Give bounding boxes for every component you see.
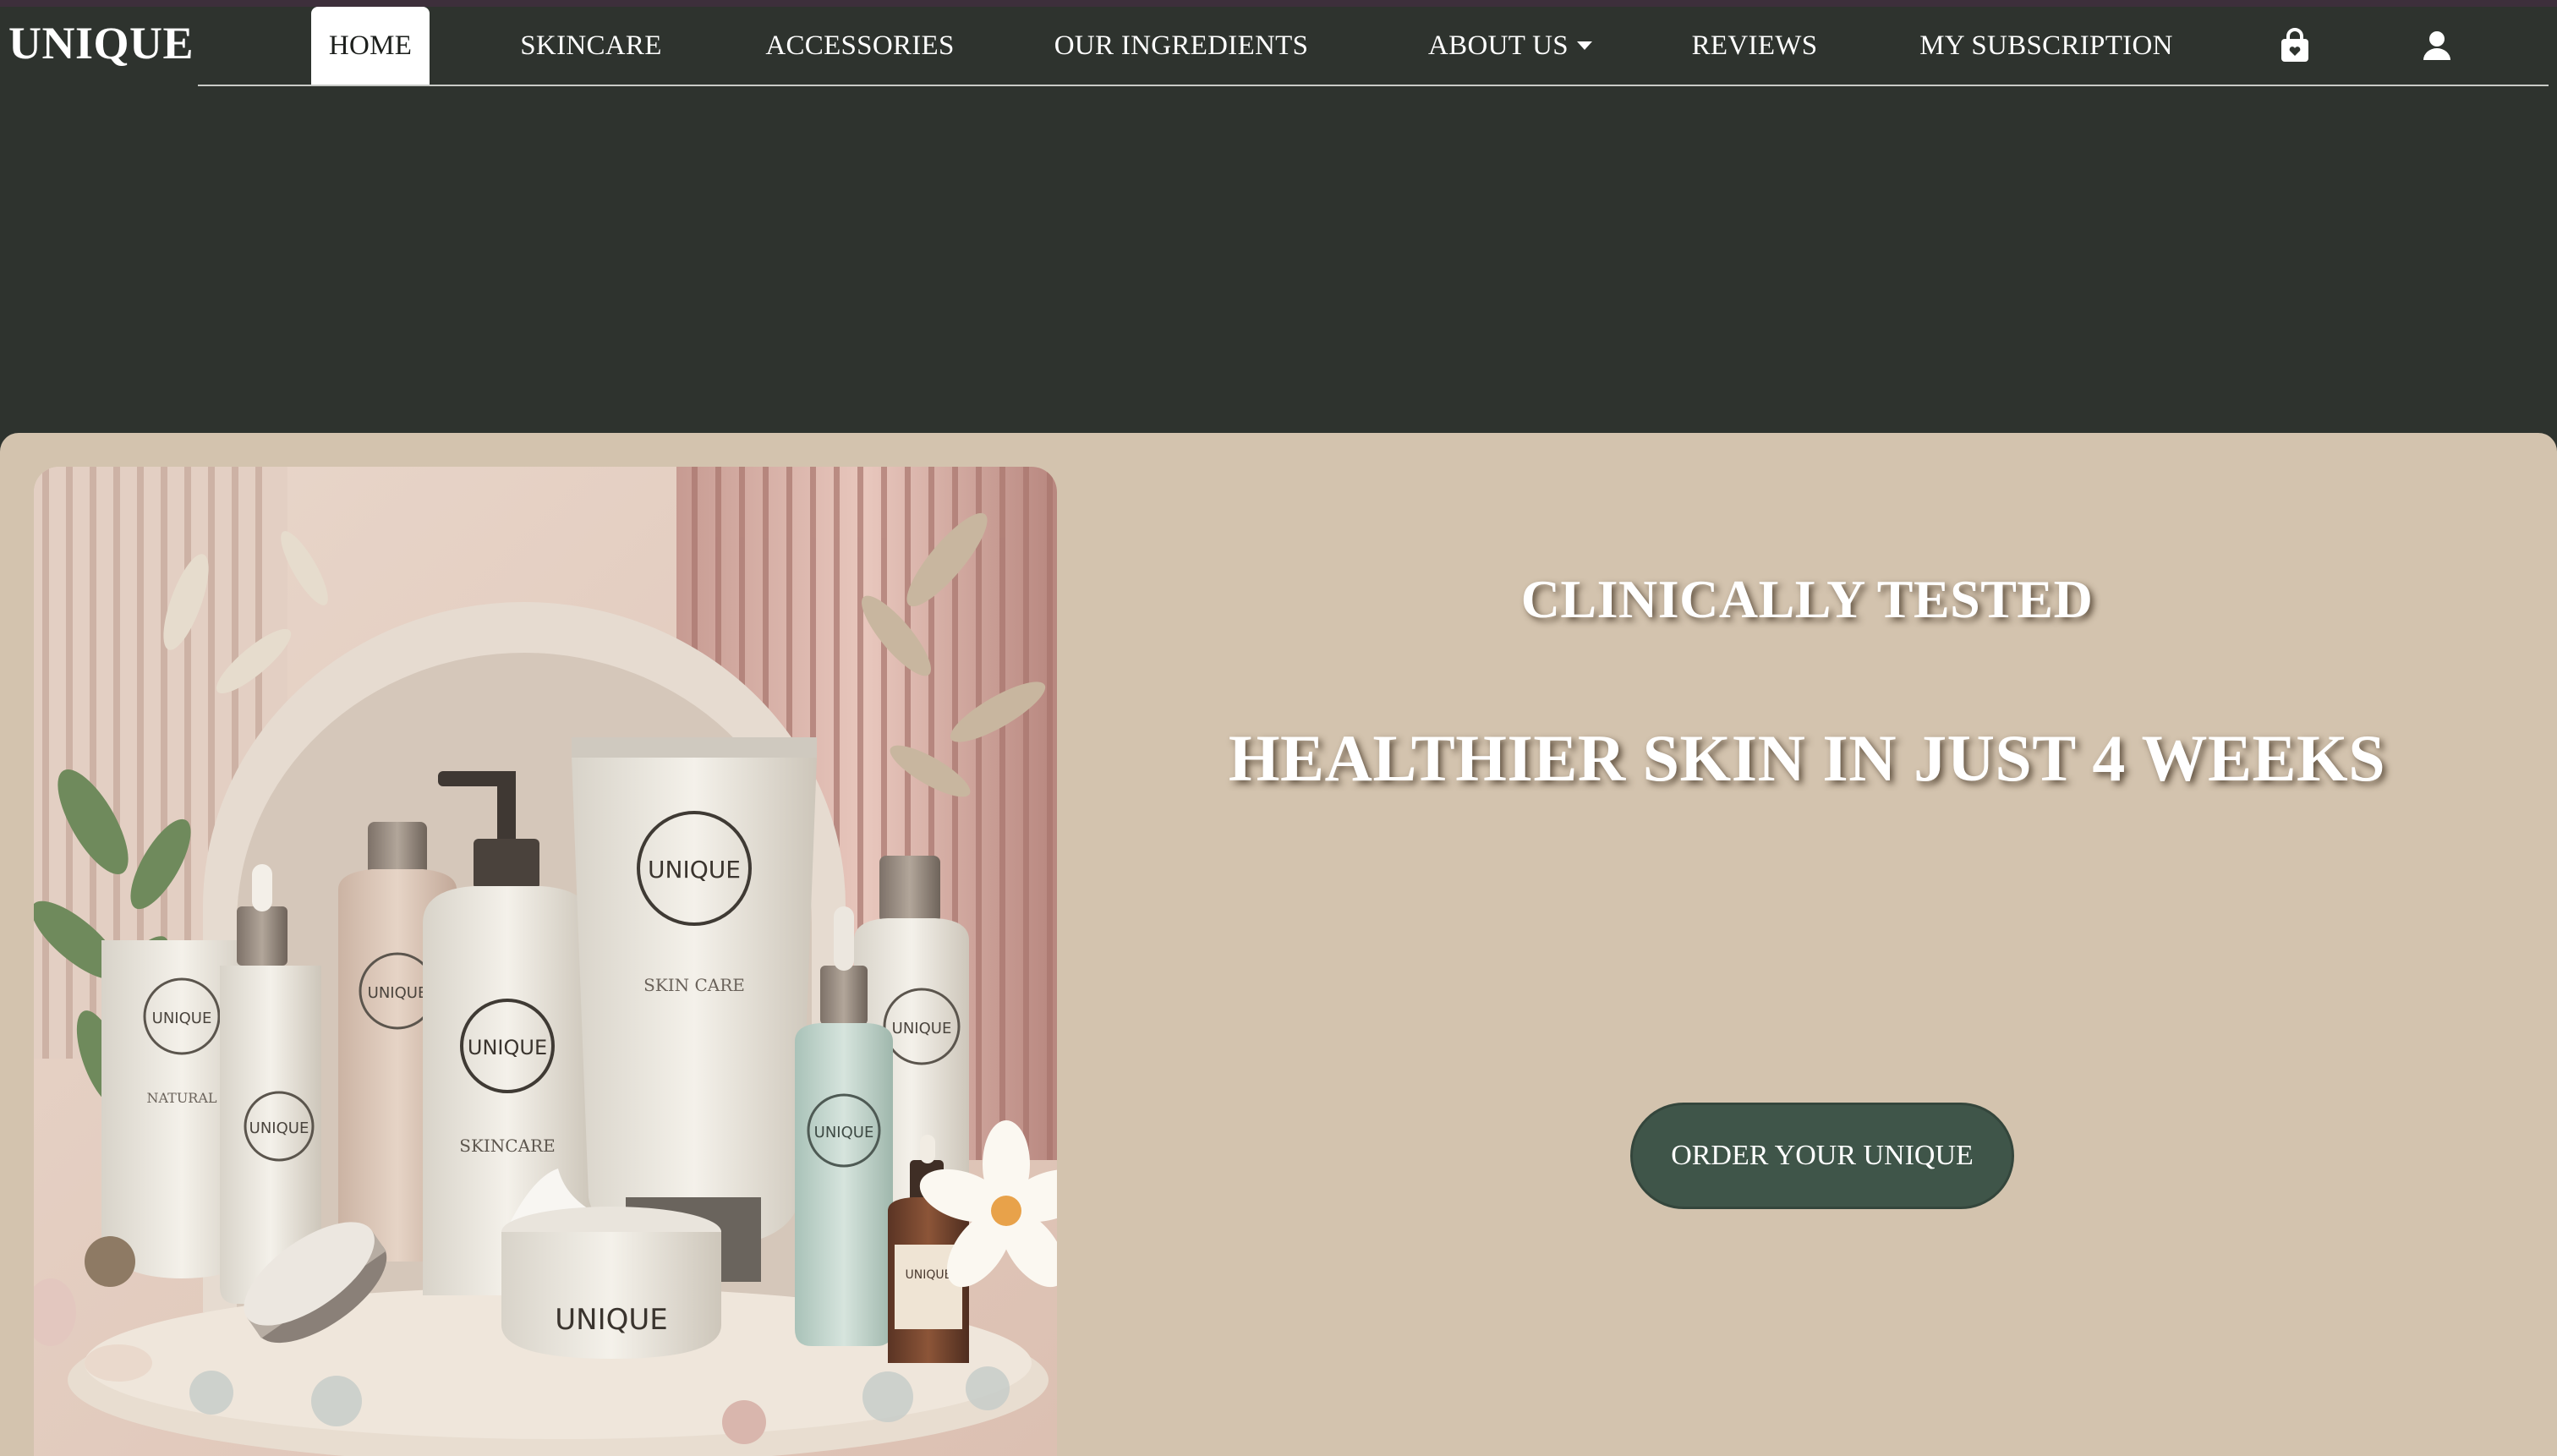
product-label: UNIQUE: [648, 856, 741, 884]
navbar: UNIQUE HOME SKINCARE ACCESSORIES OUR ING…: [0, 7, 2557, 86]
hero-headline: HEALTHIER SKIN IN JUST 4 WEEKS: [1228, 721, 2386, 795]
nav-item-label: REVIEWS: [1691, 30, 1818, 61]
nav-item-about-us[interactable]: ABOUT US: [1399, 7, 1622, 85]
caret-down-icon: [1576, 41, 1592, 50]
nav-item-skincare[interactable]: SKINCARE: [497, 7, 685, 85]
product-label: UNIQUE: [152, 1010, 212, 1027]
nav-item-our-ingredients[interactable]: OUR INGREDIENTS: [1040, 7, 1322, 85]
nav-item-home[interactable]: HOME: [311, 7, 430, 85]
product-label: UNIQUE: [468, 1036, 547, 1059]
hero-tagline: CLINICALLY TESTED: [1520, 569, 2094, 629]
product-label: UNIQUE: [814, 1124, 874, 1141]
product-label: SKIN CARE: [643, 975, 745, 995]
nav-underline: [198, 85, 2549, 86]
brand-logo[interactable]: UNIQUE: [8, 17, 194, 69]
product-label: UNIQUE: [368, 984, 428, 1002]
nav-item-label: ACCESSORIES: [765, 30, 955, 61]
order-your-unique-button[interactable]: ORDER YOUR UNIQUE: [1630, 1103, 2014, 1209]
product-label: UNIQUE: [249, 1119, 309, 1137]
nav-item-label: MY SUBSCRIPTION: [1919, 30, 2173, 61]
nav-item-accessories[interactable]: ACCESSORIES: [753, 7, 967, 85]
product-label: NATURAL: [146, 1090, 216, 1106]
shopping-bag-icon[interactable]: [2275, 25, 2315, 66]
product-label: SKINCARE: [459, 1136, 555, 1156]
hero-product-image: UNIQUE NATURAL UNIQUE UNIQUE UNIQUE SKIN…: [34, 467, 1057, 1456]
top-stripe: [0, 0, 2557, 7]
product-label: UNIQUE: [555, 1303, 667, 1337]
nav-item-label: HOME: [328, 30, 413, 61]
nav-item-my-subscription[interactable]: MY SUBSCRIPTION: [1906, 7, 2187, 85]
product-label: UNIQUE: [906, 1268, 952, 1282]
nav-item-reviews[interactable]: REVIEWS: [1679, 7, 1830, 85]
user-icon[interactable]: [2417, 25, 2457, 66]
product-label: UNIQUE: [892, 1020, 952, 1037]
nav-item-label: ABOUT US: [1428, 30, 1569, 61]
hero-section: UNIQUE NATURAL UNIQUE UNIQUE UNIQUE SKIN…: [0, 433, 2557, 1456]
nav-item-label: OUR INGREDIENTS: [1054, 30, 1309, 61]
hero-text-panel: CLINICALLY TESTED HEALTHIER SKIN IN JUST…: [1057, 433, 2557, 1456]
nav-item-label: SKINCARE: [520, 30, 662, 61]
